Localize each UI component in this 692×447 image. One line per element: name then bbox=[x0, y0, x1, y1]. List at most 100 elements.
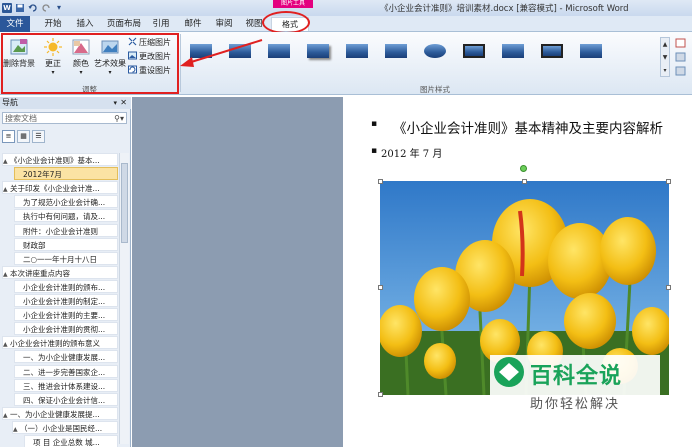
word-logo-icon[interactable]: W bbox=[2, 3, 12, 13]
picture-border-effects-icons[interactable] bbox=[674, 37, 692, 81]
picture-style-thumbnail[interactable] bbox=[459, 38, 489, 64]
results-view-icon[interactable]: ☰ bbox=[32, 130, 45, 143]
resize-handle[interactable] bbox=[666, 285, 671, 290]
resize-handle[interactable] bbox=[522, 179, 527, 184]
picture-style-preview bbox=[190, 44, 212, 58]
picture-style-thumbnail[interactable] bbox=[576, 38, 606, 64]
nav-heading-item[interactable]: ▲ 关于印发《小企业会计准... bbox=[2, 181, 118, 194]
nav-heading-item[interactable]: ▲ 一、为小企业健康发展提... bbox=[2, 407, 118, 420]
nav-pane-header: 导航 ▾ ✕ bbox=[0, 97, 131, 109]
undo-icon[interactable] bbox=[28, 3, 38, 13]
nav-heading-label: 本次讲座重点内容 bbox=[10, 269, 70, 278]
picture-style-thumbnail[interactable] bbox=[342, 38, 372, 64]
picture-style-thumbnail[interactable] bbox=[420, 38, 450, 64]
nav-heading-label: 附件：小企业会计准则 bbox=[23, 227, 98, 236]
nav-heading-item[interactable]: ▲ 小企业会计准则的颁布意义 bbox=[2, 336, 118, 349]
tab-insert[interactable]: 插入 bbox=[72, 16, 98, 32]
nav-heading-label: 小企业会计准则的颁布... bbox=[23, 283, 106, 292]
picture-style-thumbnail[interactable] bbox=[264, 38, 294, 64]
nav-heading-item[interactable]: 小企业会计准则的颁布... bbox=[14, 280, 118, 293]
picture-style-preview bbox=[580, 44, 602, 58]
resize-handle[interactable] bbox=[666, 179, 671, 184]
expand-triangle-icon[interactable]: ▲ bbox=[3, 183, 10, 193]
nav-heading-item[interactable]: 附件：小企业会计准则 bbox=[14, 224, 118, 237]
nav-heading-item[interactable]: 一、为小企业健康发展... bbox=[14, 350, 118, 363]
nav-heading-item[interactable]: 小企业会计准则的主要... bbox=[14, 308, 118, 321]
resize-handle[interactable] bbox=[378, 392, 383, 397]
nav-heading-item[interactable]: 二○一一年十月十八日 bbox=[14, 252, 118, 265]
nav-heading-item[interactable]: 2012年7月 bbox=[14, 167, 118, 180]
picture-style-thumbnail[interactable] bbox=[303, 38, 333, 64]
nav-heading-label: 执行中有何问题，请及... bbox=[23, 212, 106, 221]
search-placeholder: 搜索文档 bbox=[5, 114, 37, 123]
picture-style-preview bbox=[307, 44, 329, 58]
nav-heading-item[interactable]: 执行中有何问题，请及... bbox=[14, 209, 118, 222]
nav-pane-title: 导航 bbox=[2, 98, 18, 107]
expand-triangle-icon[interactable]: ▲ bbox=[13, 423, 20, 433]
pages-view-icon[interactable]: ▦ bbox=[17, 130, 30, 143]
dropdown-icon[interactable]: ▾ bbox=[113, 97, 117, 109]
nav-heading-label: 小企业会计准则的贯彻... bbox=[23, 325, 106, 334]
nav-heading-label: 三、推进会计体系建设... bbox=[23, 382, 106, 391]
nav-heading-item[interactable]: 财政部 bbox=[14, 238, 118, 251]
nav-heading-item[interactable]: 小企业会计准则的制定... bbox=[14, 294, 118, 307]
nav-heading-item[interactable]: 小企业会计准则的贯彻... bbox=[14, 322, 118, 335]
watermark-title: 百科全说 bbox=[530, 364, 623, 389]
tab-page-layout[interactable]: 页面布局 bbox=[104, 16, 144, 32]
nav-scrollbar[interactable] bbox=[119, 153, 129, 444]
tab-file[interactable]: 文件 bbox=[0, 16, 30, 32]
customize-icon[interactable]: ▾ bbox=[54, 3, 64, 13]
redo-icon[interactable] bbox=[41, 3, 51, 13]
picture-style-thumbnail[interactable] bbox=[225, 38, 255, 64]
picture-style-preview bbox=[502, 44, 524, 58]
close-icon[interactable]: ✕ bbox=[120, 97, 127, 109]
paragraph-mark: ▪ bbox=[371, 146, 378, 156]
save-icon[interactable] bbox=[15, 3, 25, 13]
tab-home[interactable]: 开始 bbox=[40, 16, 66, 32]
nav-heading-label: 关于印发《小企业会计准... bbox=[10, 184, 100, 193]
adjust-group-highlight bbox=[1, 33, 179, 94]
nav-heading-item[interactable]: 四、保证小企业会计信... bbox=[14, 393, 118, 406]
tab-review[interactable]: 审阅 bbox=[211, 16, 237, 32]
nav-heading-label: （一）小企业是国民经... bbox=[20, 424, 103, 433]
expand-triangle-icon[interactable]: ▲ bbox=[3, 155, 10, 165]
picture-style-thumbnail[interactable] bbox=[381, 38, 411, 64]
search-input[interactable]: 搜索文档 ⚲▾ bbox=[2, 112, 127, 124]
nav-heading-label: 项 目 企业总数 城... bbox=[33, 438, 100, 447]
headings-view-icon[interactable]: ≡ bbox=[2, 130, 15, 143]
expand-triangle-icon[interactable]: ▲ bbox=[3, 409, 10, 419]
document-heading[interactable]: 《小企业会计准则》基本精神及主要内容解析 bbox=[393, 117, 663, 137]
search-icon[interactable]: ⚲▾ bbox=[114, 113, 124, 124]
nav-heading-label: 二○一一年十月十八日 bbox=[23, 255, 98, 264]
picture-style-preview bbox=[541, 44, 563, 58]
nav-heading-item[interactable]: ▲ （一）小企业是国民经... bbox=[12, 421, 118, 434]
resize-handle[interactable] bbox=[378, 179, 383, 184]
nav-heading-label: 一、为小企业健康发展提... bbox=[10, 410, 100, 419]
nav-heading-label: 2012年7月 bbox=[23, 170, 62, 179]
window-title: 《小企业会计准则》培训素材.docx [兼容模式] - Microsoft Wo… bbox=[380, 4, 629, 14]
nav-heading-item[interactable]: 二、进一步完善国家企... bbox=[14, 365, 118, 378]
tab-references[interactable]: 引用 bbox=[148, 16, 174, 32]
rotate-handle[interactable] bbox=[520, 165, 527, 172]
nav-heading-label: 小企业会计准则的主要... bbox=[23, 311, 106, 320]
nav-heading-item[interactable]: 项 目 企业总数 城... bbox=[24, 435, 118, 447]
resize-handle[interactable] bbox=[378, 285, 383, 290]
picture-style-thumbnail[interactable] bbox=[498, 38, 528, 64]
navigation-pane: 导航 ▾ ✕ 搜索文档 ⚲▾ ≡ ▦ ☰ ▲ 《小企业会计准则》基本... 2012… bbox=[0, 97, 131, 447]
baike-logo-icon bbox=[494, 357, 524, 387]
document-date[interactable]: 2012 年 7 月 bbox=[381, 145, 442, 160]
scrollbar-thumb[interactable] bbox=[121, 163, 128, 243]
expand-triangle-icon[interactable]: ▲ bbox=[3, 338, 10, 348]
nav-heading-item[interactable]: 为了规范小企业会计确... bbox=[14, 195, 118, 208]
heading-tree: ▲ 《小企业会计准则》基本... 2012年7月 ▲ 关于印发《小企业会计准... 为了规… bbox=[2, 153, 118, 447]
nav-heading-item[interactable]: 三、推进会计体系建设... bbox=[14, 379, 118, 392]
styles-gallery-scroll[interactable]: ▲ ▼ ▾ bbox=[660, 37, 670, 77]
nav-heading-item[interactable]: ▲ 本次讲座重点内容 bbox=[2, 266, 118, 279]
picture-style-thumbnail[interactable] bbox=[537, 38, 567, 64]
picture-style-thumbnail[interactable] bbox=[186, 38, 216, 64]
tab-mailings[interactable]: 邮件 bbox=[180, 16, 206, 32]
nav-heading-item[interactable]: ▲ 《小企业会计准则》基本... bbox=[2, 153, 118, 166]
nav-view-tabs: ≡ ▦ ☰ bbox=[2, 130, 45, 144]
expand-triangle-icon[interactable]: ▲ bbox=[3, 268, 10, 278]
picture-style-preview bbox=[385, 44, 407, 58]
